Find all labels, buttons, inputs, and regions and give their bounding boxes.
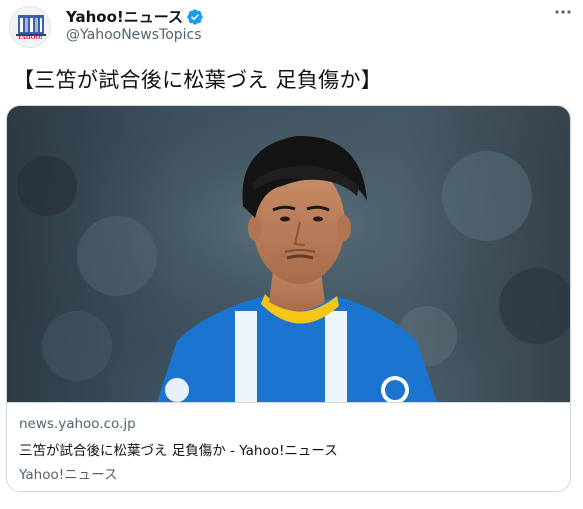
account-handle[interactable]: @YahooNewsTopics	[66, 27, 202, 43]
more-dots-icon[interactable]	[552, 2, 574, 22]
soccer-player-photo	[7, 106, 570, 402]
yahoo-news-logo-icon	[16, 15, 46, 36]
display-name[interactable]: Yahoo!ニュース	[66, 6, 183, 27]
tweet: YAHOO! Yahoo!ニュース @YahooNewsTopics 【三笘が試…	[0, 0, 583, 509]
card-info[interactable]: news.yahoo.co.jp 三笘が試合後に松葉づえ 足負傷か - Yaho…	[7, 402, 570, 491]
card-site-name: Yahoo!ニュース	[19, 467, 118, 483]
tweet-text: 【三笘が試合後に松葉づえ 足負傷か】	[13, 68, 383, 92]
avatar[interactable]: YAHOO!	[9, 6, 51, 48]
verified-badge-icon	[186, 8, 204, 26]
account-name-row[interactable]: Yahoo!ニュース	[66, 6, 204, 27]
card-image[interactable]	[7, 106, 570, 402]
link-card[interactable]: news.yahoo.co.jp 三笘が試合後に松葉づえ 足負傷か - Yaho…	[6, 105, 571, 492]
card-domain: news.yahoo.co.jp	[19, 416, 136, 432]
avatar-label: YAHOO!	[17, 35, 43, 41]
card-title[interactable]: 三笘が試合後に松葉づえ 足負傷か - Yahoo!ニュース	[19, 439, 338, 459]
